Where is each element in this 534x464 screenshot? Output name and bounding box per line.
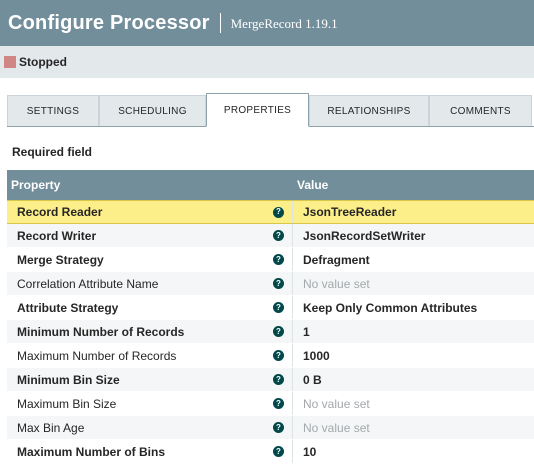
tab-scheduling[interactable]: SCHEDULING xyxy=(99,95,206,127)
property-name-cell[interactable]: Merge Strategy? xyxy=(7,248,293,271)
help-icon[interactable]: ? xyxy=(273,422,284,433)
help-icon[interactable]: ? xyxy=(273,446,284,457)
property-name: Attribute Strategy xyxy=(17,300,119,315)
tab-relationships[interactable]: RELATIONSHIPS xyxy=(309,95,429,127)
status-bar: Stopped xyxy=(0,46,534,78)
table-row[interactable]: Maximum Bin Size? No value set xyxy=(7,392,534,416)
table-row[interactable]: Record Writer? JsonRecordSetWriter xyxy=(7,224,534,248)
property-value[interactable]: No value set xyxy=(293,421,370,435)
property-name: Max Bin Age xyxy=(17,420,85,435)
help-icon[interactable]: ? xyxy=(273,254,284,265)
property-value[interactable]: 10 xyxy=(293,445,316,459)
stopped-status-icon xyxy=(4,56,16,68)
property-name: Maximum Number of Bins xyxy=(17,444,166,459)
table-header: Property Value xyxy=(7,170,534,200)
table-body: Record Reader? JsonTreeReader Record Write… xyxy=(7,200,534,464)
table-row[interactable]: Correlation Attribute Name? No value set xyxy=(7,272,534,296)
tab-properties[interactable]: PROPERTIES xyxy=(206,93,309,127)
column-header-property[interactable]: Property xyxy=(7,178,293,192)
property-value[interactable]: 1 xyxy=(293,325,310,339)
help-icon[interactable]: ? xyxy=(273,230,284,241)
property-name: Merge Strategy xyxy=(17,252,104,267)
help-icon[interactable]: ? xyxy=(273,278,284,289)
property-name-cell[interactable]: Minimum Number of Records? xyxy=(7,320,293,343)
tab-bar: SETTINGS SCHEDULING PROPERTIES RELATIONS… xyxy=(7,93,534,127)
table-row[interactable]: Max Bin Age? No value set xyxy=(7,416,534,440)
property-value[interactable]: Defragment xyxy=(293,253,370,267)
property-value[interactable]: No value set xyxy=(293,397,370,411)
table-row[interactable]: Attribute Strategy? Keep Only Common Attr… xyxy=(7,296,534,320)
property-name-cell[interactable]: Minimum Bin Size? xyxy=(7,368,293,391)
dialog-header: Configure Processor MergeRecord 1.19.1 xyxy=(0,0,534,46)
property-name: Maximum Bin Size xyxy=(17,396,117,411)
property-name: Maximum Number of Records xyxy=(17,348,177,363)
property-name: Record Reader xyxy=(17,205,103,219)
property-value[interactable]: 1000 xyxy=(293,349,330,363)
property-name-cell[interactable]: Record Reader? xyxy=(7,201,293,223)
property-name-cell[interactable]: Attribute Strategy? xyxy=(7,296,293,319)
property-name: Record Writer xyxy=(17,228,97,243)
table-row[interactable]: Minimum Number of Records? 1 xyxy=(7,320,534,344)
table-row[interactable]: Minimum Bin Size? 0 B xyxy=(7,368,534,392)
property-value[interactable]: 0 B xyxy=(293,373,322,387)
status-text: Stopped xyxy=(19,55,67,69)
help-icon[interactable]: ? xyxy=(273,206,284,218)
property-name-cell[interactable]: Record Writer? xyxy=(7,224,293,247)
property-name-cell[interactable]: Max Bin Age? xyxy=(7,416,293,439)
table-row[interactable]: Maximum Number of Bins? 10 xyxy=(7,440,534,464)
property-name: Minimum Number of Records xyxy=(17,324,185,339)
help-icon[interactable]: ? xyxy=(273,374,284,385)
property-value[interactable]: JsonTreeReader xyxy=(293,205,396,219)
column-header-value[interactable]: Value xyxy=(293,178,328,192)
property-name-cell[interactable]: Maximum Number of Records? xyxy=(7,344,293,367)
tab-comments[interactable]: COMMENTS xyxy=(429,95,532,127)
dialog-title: Configure Processor xyxy=(8,11,210,34)
property-value[interactable]: JsonRecordSetWriter xyxy=(293,229,425,243)
help-icon[interactable]: ? xyxy=(273,350,284,361)
table-row[interactable]: Record Reader? JsonTreeReader xyxy=(7,200,534,224)
property-value[interactable]: Keep Only Common Attributes xyxy=(293,301,477,315)
help-icon[interactable]: ? xyxy=(273,398,284,409)
help-icon[interactable]: ? xyxy=(273,326,284,337)
property-name-cell[interactable]: Maximum Number of Bins? xyxy=(7,440,293,463)
help-icon[interactable]: ? xyxy=(273,302,284,313)
title-divider xyxy=(219,13,221,33)
property-name-cell[interactable]: Maximum Bin Size? xyxy=(7,392,293,415)
property-name: Correlation Attribute Name xyxy=(17,276,159,291)
property-name-cell[interactable]: Correlation Attribute Name? xyxy=(7,272,293,295)
property-value[interactable]: No value set xyxy=(293,277,370,291)
tab-settings[interactable]: SETTINGS xyxy=(7,95,99,127)
required-field-label: Required field xyxy=(12,145,93,159)
table-row[interactable]: Merge Strategy? Defragment xyxy=(7,248,534,272)
property-name: Minimum Bin Size xyxy=(17,372,120,387)
processor-type-label: MergeRecord 1.19.1 xyxy=(230,16,338,31)
table-row[interactable]: Maximum Number of Records? 1000 xyxy=(7,344,534,368)
properties-table: Property Value Record Reader? JsonTreeRea… xyxy=(7,170,534,464)
